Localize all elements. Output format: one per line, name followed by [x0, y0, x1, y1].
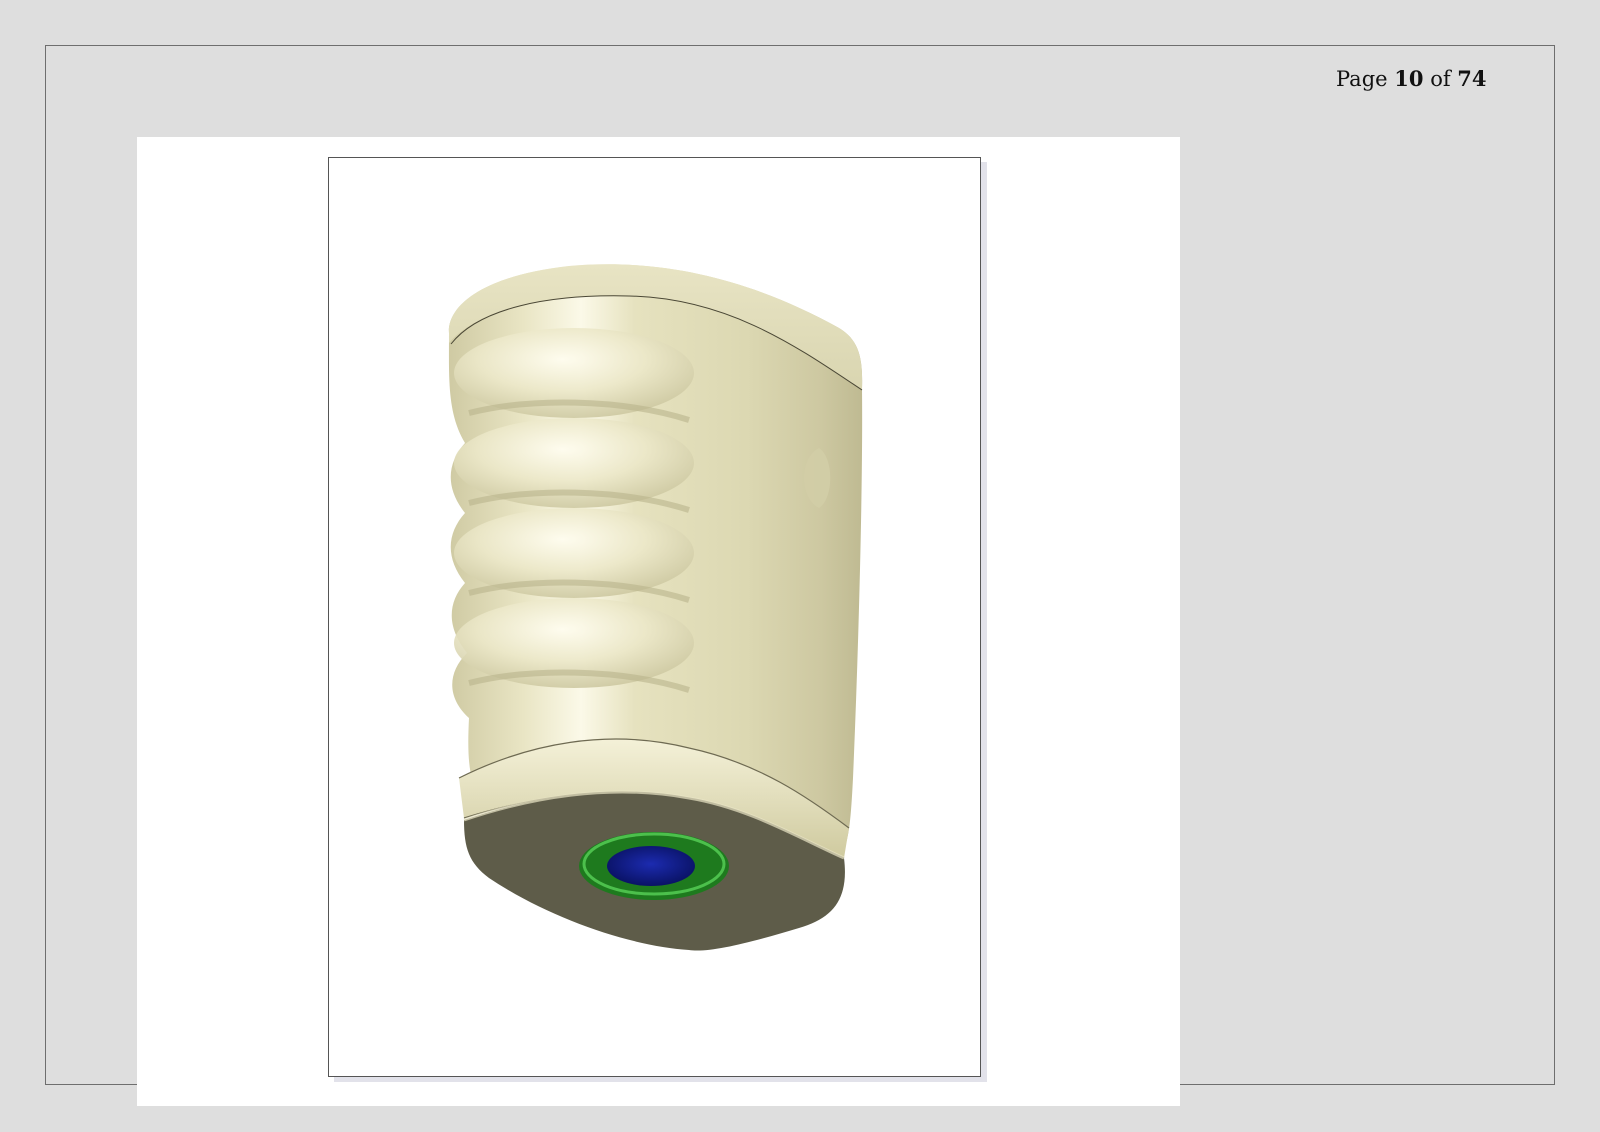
page-label: Page	[1336, 67, 1388, 91]
port-opening	[607, 846, 695, 886]
page-of-label: of	[1430, 67, 1451, 91]
current-page: 10	[1394, 66, 1424, 91]
figure-area	[137, 137, 1180, 1106]
total-pages: 74	[1457, 66, 1487, 91]
device-render	[448, 264, 863, 951]
figure-frame	[328, 157, 981, 1077]
page-number: Page 10 of 74	[1336, 66, 1487, 91]
